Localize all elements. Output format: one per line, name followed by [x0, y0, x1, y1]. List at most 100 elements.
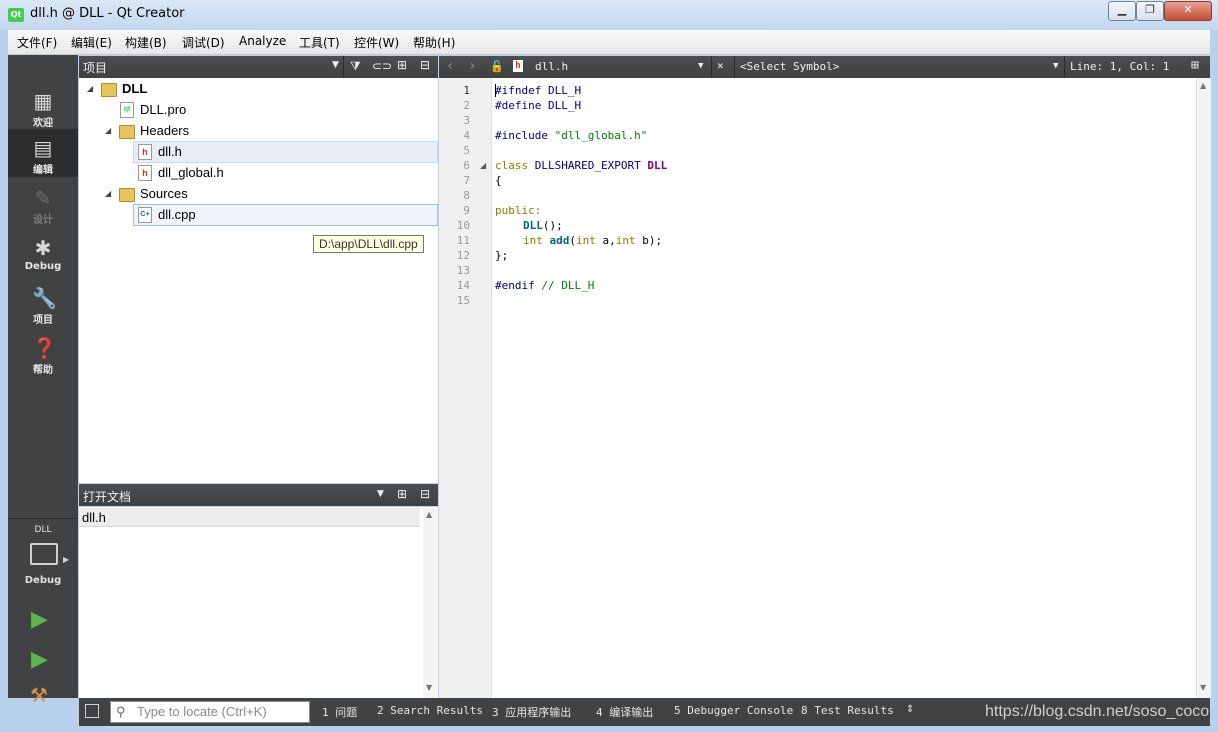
close-document-icon[interactable]: ✕	[717, 59, 724, 72]
file-dropdown-icon[interactable]: ▼	[698, 61, 703, 71]
code-token: class	[495, 159, 535, 172]
locator-input[interactable]: ⚲ Type to locate (Ctrl+K)	[110, 701, 310, 723]
minimize-button[interactable]: ▁	[1108, 1, 1136, 21]
code-token: // DLL_H	[541, 279, 595, 292]
fold-marker-icon[interactable]: ◢	[480, 161, 486, 170]
code-token: #include	[495, 129, 555, 142]
code-token: add	[549, 234, 570, 247]
toggle-sidebar-button[interactable]	[85, 704, 99, 718]
tree-item-dll-h[interactable]: h dll.h	[79, 142, 438, 162]
cursor-position[interactable]: Line: 1, Col: 1	[1070, 60, 1169, 73]
kit-selector-button[interactable]	[30, 543, 58, 565]
tree-item-project-root[interactable]: ◢ DLL	[79, 79, 438, 99]
bug-icon: ✱	[34, 236, 52, 260]
code-line: #ifndef DLL_H	[495, 83, 581, 98]
line-number: 7	[463, 174, 470, 187]
projects-panel-title: 项目	[83, 61, 108, 75]
kit-arrow-icon: ▶	[63, 555, 70, 564]
scroll-down-icon[interactable]: ▼	[426, 683, 432, 692]
build-button[interactable]: ⚒	[30, 683, 48, 707]
code-token: int	[523, 234, 550, 247]
code-editor[interactable]: #ifndef DLL_H #define DLL_H #include "dl…	[492, 78, 1196, 698]
menu-build[interactable]: 构建(B)	[125, 34, 167, 51]
headers-folder-icon	[119, 125, 135, 139]
split-icon[interactable]: ⊞	[397, 487, 407, 501]
tree-item-pro-file[interactable]: qt DLL.pro	[79, 100, 438, 120]
maximize-button[interactable]: ❐	[1136, 1, 1164, 21]
qt-creator-icon: Qt	[8, 8, 24, 22]
mode-edit[interactable]: ▤ 编辑	[8, 129, 78, 177]
tree-item-dll-global-h[interactable]: h dll_global.h	[79, 163, 438, 183]
close-icon: ✕	[1183, 3, 1193, 16]
open-document-label: dll.h	[82, 510, 106, 525]
output-tab-test-results[interactable]: 8 Test Results	[801, 704, 894, 717]
menu-controls[interactable]: 控件(W)	[354, 34, 399, 51]
mode-design-label: 设计	[33, 215, 53, 226]
document-icon: ▤	[33, 136, 53, 160]
output-tab-search-results[interactable]: 2 Search Results	[377, 704, 483, 717]
forward-icon[interactable]: ›	[468, 58, 476, 74]
code-token: DLL	[647, 159, 668, 172]
tree-item-headers[interactable]: ◢ Headers	[79, 121, 438, 141]
output-tab-debugger-console[interactable]: 5 Debugger Console	[674, 704, 793, 717]
output-tab-application-output[interactable]: 3 应用程序输出	[492, 704, 571, 720]
menu-tools[interactable]: 工具(T)	[299, 34, 340, 51]
divider	[1064, 56, 1065, 78]
tree-item-sources[interactable]: ◢ Sources	[79, 184, 438, 204]
wrench-icon: 🔧	[32, 286, 57, 310]
output-tab-issues[interactable]: 1 问题	[322, 704, 357, 720]
sync-link-icon[interactable]: ⊂⊃	[372, 59, 392, 73]
close-pane-icon[interactable]: ⊟	[420, 487, 430, 501]
split-editor-icon[interactable]: ⊞	[1191, 58, 1199, 73]
view-dropdown-icon[interactable]: ▼	[332, 60, 339, 70]
code-line: int add(int a,int b);	[523, 233, 662, 248]
more-tabs-icon[interactable]: ⇕	[906, 704, 914, 715]
mode-projects[interactable]: 🔧 项目	[8, 279, 78, 327]
search-icon: ⚲	[116, 704, 126, 719]
code-token: DLL	[523, 219, 543, 232]
debug-run-button[interactable]: ▶	[31, 647, 48, 672]
scroll-up-icon[interactable]: ▲	[1200, 81, 1206, 90]
menu-analyze[interactable]: Analyze	[239, 34, 286, 48]
tree-item-label: dll.cpp	[158, 207, 196, 222]
close-button[interactable]: ✕	[1164, 1, 1212, 21]
editor-scrollbar[interactable]: ▲ ▼	[1196, 78, 1211, 698]
list-item[interactable]: dll.h	[79, 508, 420, 527]
tree-item-label: dll.h	[158, 144, 182, 159]
code-line: #define DLL_H	[495, 98, 581, 113]
divider	[734, 56, 735, 78]
code-line: {	[495, 173, 502, 188]
split-icon[interactable]: ⊞	[397, 58, 407, 72]
symbol-dropdown-icon[interactable]: ▼	[1053, 61, 1058, 71]
line-number: 11	[456, 234, 470, 247]
symbol-dropdown[interactable]: <Select Symbol>	[740, 60, 839, 73]
code-token: {	[495, 174, 502, 187]
menu-debug[interactable]: 调试(D)	[182, 34, 225, 51]
hammer-icon: ⚒	[30, 683, 48, 707]
run-button[interactable]: ▶	[31, 607, 48, 632]
output-tab-compile-output[interactable]: 4 编译输出	[596, 704, 653, 720]
mode-debug[interactable]: ✱ Debug	[8, 229, 78, 277]
menu-file[interactable]: 文件(F)	[17, 34, 57, 51]
tree-item-dll-cpp[interactable]: C+ dll.cpp	[79, 205, 438, 225]
code-line: #endif // DLL_H	[495, 278, 594, 293]
scrollbar[interactable]: ▲ ▼	[423, 507, 437, 698]
scroll-up-icon[interactable]: ▲	[426, 510, 432, 519]
menu-edit[interactable]: 编辑(E)	[71, 34, 112, 51]
mode-help[interactable]: ❓ 帮助	[8, 329, 78, 377]
code-line: #include "dll_global.h"	[495, 128, 647, 143]
tree-item-label: Sources	[140, 186, 188, 201]
mode-selector: ▦ 欢迎 ▤ 编辑 ✎ 设计 ✱ Debug 🔧 项目 ❓ 帮助 DLL ▶ D…	[8, 55, 78, 707]
scroll-down-icon[interactable]: ▼	[1200, 683, 1206, 692]
divider	[343, 56, 344, 78]
filter-icon[interactable]: ⧩	[350, 59, 361, 74]
view-dropdown-icon[interactable]: ▼	[377, 489, 384, 499]
run-icon: ▶	[31, 607, 48, 632]
mode-welcome[interactable]: ▦ 欢迎	[8, 82, 78, 130]
projects-panel-header: 项目 ▼ ⧩ ⊂⊃ ⊞ ⊟	[79, 56, 438, 78]
back-icon[interactable]: ‹	[446, 58, 454, 74]
text-cursor	[495, 84, 496, 97]
menu-help[interactable]: 帮助(H)	[413, 34, 455, 51]
close-pane-icon[interactable]: ⊟	[420, 58, 430, 72]
file-name-dropdown[interactable]: dll.h	[535, 60, 568, 73]
